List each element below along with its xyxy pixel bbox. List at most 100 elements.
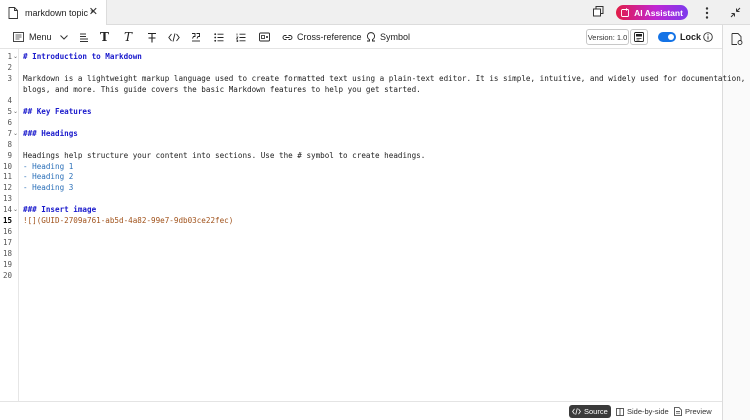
editor-line[interactable]: 14 ⌄ ### Insert image [0, 204, 722, 215]
editor-line[interactable]: 7 ⌄ ### Headings [0, 128, 722, 139]
line-number: 6 [7, 117, 12, 127]
editor-line[interactable]: 3 Markdown is a lightweight markup langua… [0, 73, 745, 84]
paragraph-style-icon [80, 33, 88, 42]
line-number: 7 [7, 128, 12, 138]
chevron-down-icon [59, 34, 68, 40]
line-number: 8 [7, 139, 12, 149]
bulleted-list-icon [214, 32, 224, 42]
editor-line[interactable]: 4 [0, 95, 722, 106]
editor-line[interactable]: 18 [0, 248, 722, 259]
bold-icon: T [100, 30, 109, 44]
fold-chevron-icon[interactable]: ⌄ [13, 130, 18, 138]
preview-mode-button[interactable]: Preview [671, 405, 715, 418]
cross-reference-button[interactable]: Cross-reference [282, 25, 362, 49]
markdown-list-item: - Heading 1 [23, 161, 74, 171]
paragraph-style-button[interactable] [79, 25, 89, 49]
menu-button[interactable]: Menu [13, 25, 68, 49]
markdown-heading: ### Insert image [23, 205, 97, 215]
source-editor[interactable]: 1 ⌄ # Introduction to Markdown 2 3 Markdown i… [0, 49, 745, 401]
line-number: 19 [2, 260, 12, 270]
markdown-list-item: - Heading 3 [23, 183, 74, 193]
tab-bar: markdown topic * ✕ AI Assistant [0, 0, 750, 25]
markdown-list-item: - Heading 2 [23, 172, 74, 182]
bulleted-list-button[interactable] [214, 25, 224, 49]
editor-line[interactable]: 2 [0, 62, 722, 73]
editor-line[interactable]: 6 [0, 117, 722, 128]
editor-line[interactable]: blogs, and more. This guide covers the b… [0, 84, 722, 95]
line-number: 20 [2, 271, 12, 280]
bold-button[interactable]: T [100, 25, 109, 49]
markdown-heading: # Introduction to Markdown [23, 52, 142, 61]
ai-assistant-button[interactable]: AI Assistant [616, 5, 688, 20]
strikethrough-button[interactable] [147, 25, 157, 49]
info-icon[interactable] [703, 32, 713, 42]
editor-line[interactable]: 17 [0, 237, 722, 248]
fold-chevron-icon[interactable]: ⌄ [13, 53, 18, 61]
symbol-label: Symbol [380, 32, 411, 42]
line-number: 12 [2, 183, 12, 193]
markdown-heading: ## Key Features [23, 106, 92, 116]
editor-line[interactable]: 9 Headings help structure your content in… [0, 150, 722, 161]
line-number: 3 [7, 73, 12, 83]
more-options-icon[interactable] [705, 7, 709, 19]
side-by-side-mode-button[interactable]: Side-by-side [613, 405, 672, 418]
version-history-icon [634, 32, 644, 42]
line-number: 9 [7, 150, 12, 160]
close-tab-icon[interactable]: ✕ [89, 6, 98, 18]
line-number: 13 [2, 194, 12, 204]
line-number: 10 [2, 161, 12, 171]
editor-line[interactable]: 20 [0, 270, 722, 281]
insert-media-button[interactable] [259, 25, 270, 49]
editor-line[interactable]: 5 ⌄ ## Key Features [0, 106, 722, 117]
code-icon [572, 408, 581, 415]
lock-toggle[interactable] [658, 32, 676, 42]
line-number: 11 [2, 172, 12, 182]
split-view-icon [616, 407, 624, 416]
cross-reference-label: Cross-reference [297, 32, 362, 42]
editor-toolbar: Menu T T Cross-reference Symbol Version:… [0, 25, 722, 49]
numbered-list-button[interactable] [236, 25, 246, 49]
editor-line[interactable]: 10 - Heading 1 [0, 161, 722, 172]
line-number: 4 [7, 95, 12, 105]
version-history-button[interactable] [630, 29, 648, 45]
line-number: 18 [2, 249, 12, 259]
editor-line[interactable]: 15 ![](GUID-2709a761-ab5d-4a82-99e7-9db03… [0, 215, 722, 226]
markdown-heading: ### Headings [23, 128, 78, 138]
editor-line[interactable]: 16 [0, 226, 722, 237]
markdown-text: blogs, and more. This guide covers the b… [23, 84, 421, 94]
fold-chevron-icon[interactable]: ⌄ [13, 206, 18, 214]
editor-line[interactable]: 11 - Heading 2 [0, 171, 722, 182]
editor-line[interactable]: 12 - Heading 3 [0, 182, 722, 193]
editor-line[interactable]: 8 [0, 139, 722, 150]
duplicate-icon[interactable] [593, 6, 604, 17]
line-number: 16 [2, 227, 12, 237]
lock-label: Lock [680, 32, 702, 42]
ai-sparkle-icon [621, 8, 630, 17]
code-button[interactable] [168, 25, 180, 49]
line-number: 1 [7, 52, 12, 61]
tab-title: markdown topic * [25, 7, 95, 18]
symbol-button[interactable]: Symbol [366, 25, 410, 49]
italic-button[interactable]: T [124, 25, 132, 49]
editor-line[interactable]: 13 [0, 193, 722, 204]
menu-icon [13, 32, 24, 42]
right-panel-rail [722, 25, 750, 420]
view-mode-bar: Source Side-by-side Preview [0, 401, 722, 420]
collapse-icon[interactable] [730, 7, 741, 18]
document-icon [8, 6, 18, 19]
document-properties-icon[interactable] [731, 33, 743, 45]
source-mode-button[interactable]: Source [569, 405, 611, 418]
italic-icon: T [124, 30, 133, 44]
version-indicator: Version: 1.0 [586, 29, 629, 45]
editor-line[interactable]: 1 ⌄ # Introduction to Markdown [0, 51, 722, 62]
side-by-side-mode-label: Side-by-side [627, 407, 669, 416]
editor-line[interactable]: 19 [0, 259, 722, 270]
tab-markdown-topic[interactable]: markdown topic * ✕ [0, 0, 107, 25]
fold-chevron-icon[interactable]: ⌄ [13, 108, 18, 116]
line-number: 5 [7, 106, 12, 116]
quote-button[interactable] [191, 25, 201, 49]
insert-media-icon [259, 32, 270, 42]
code-icon [168, 32, 180, 42]
line-number: 17 [2, 238, 12, 248]
link-icon [282, 34, 293, 40]
